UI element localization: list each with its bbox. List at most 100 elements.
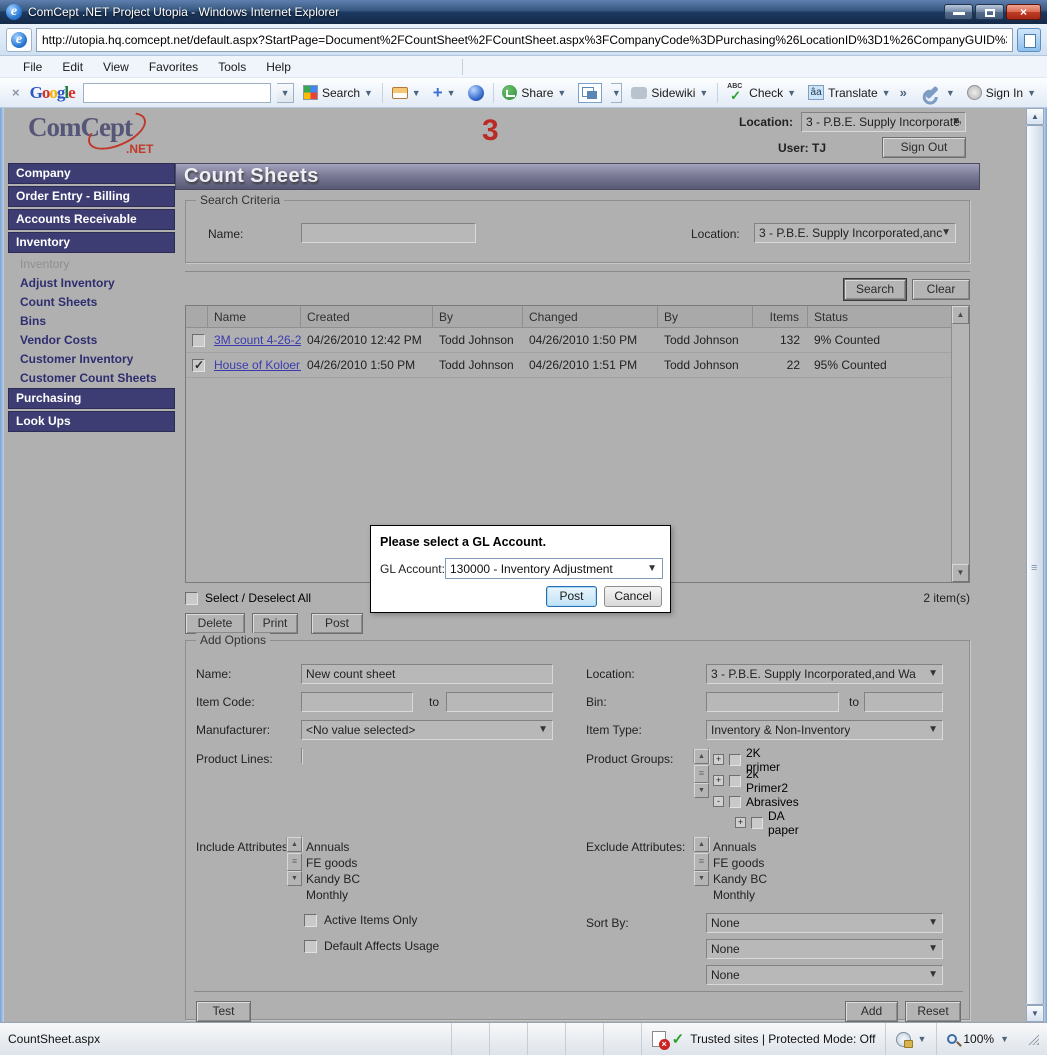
sort-by-select-1[interactable]: None ▼ [706,913,943,933]
signout-button[interactable]: Sign Out [882,137,966,158]
item-code-to-input[interactable] [446,692,553,712]
col-created[interactable]: Created [301,306,433,327]
sort-by-select-2[interactable]: None ▼ [706,939,943,959]
toolbar-close-icon[interactable]: × [8,85,24,100]
clear-button[interactable]: Clear [912,279,970,300]
scroll-down-icon[interactable]: ▼ [1026,1005,1044,1022]
window-layout-button[interactable] [575,81,605,105]
exclude-attributes-listbox[interactable]: Annuals FE goods Kandy BC Monthly ▲ ≡ ▼ [708,836,710,852]
address-bar-button[interactable] [1017,28,1041,52]
include-attributes-listbox[interactable]: Annuals FE goods Kandy BC Monthly ▲ ≡ ▼ [301,836,303,852]
zoom-control[interactable]: 100% ▼ [936,1023,1019,1055]
menu-file[interactable]: File [14,58,51,76]
google-search-input[interactable] [83,83,271,103]
bookmarks-button[interactable]: ▼ [389,85,424,101]
sidebar-item-customer-inventory[interactable]: Customer Inventory [8,350,175,369]
search-name-input[interactable] [301,223,476,243]
page-error-icon[interactable] [652,1031,666,1047]
signin-button[interactable]: Sign In ▼ [964,83,1039,102]
delete-button[interactable]: Delete [185,613,245,634]
reset-button[interactable]: Reset [905,1001,961,1022]
search-button[interactable]: Search [844,279,906,300]
row-checkbox[interactable] [192,334,205,347]
sidebar-section-inventory[interactable]: Inventory [8,232,175,253]
menu-tools[interactable]: Tools [209,58,255,76]
add-gadget-button[interactable]: +▼ [430,84,459,102]
manufacturer-select[interactable]: <No value selected> ▼ [301,720,553,740]
item-code-from-input[interactable] [301,692,413,712]
name-input[interactable] [301,664,553,684]
col-name[interactable]: Name [208,306,301,327]
translate-button[interactable]: âa Translate ▼ [805,83,894,102]
window-layout-dropdown[interactable]: ▼ [611,83,622,103]
table-scrollbar[interactable]: ▲ ▼ [951,306,969,582]
header-location-select[interactable]: 3 - P.B.E. Supply Incorporatec ▼ [801,112,966,132]
google-search-button[interactable]: Search ▼ [300,83,376,102]
print-button[interactable]: Print [252,613,298,634]
scroll-up-icon[interactable]: ▲ [1026,108,1044,125]
menu-edit[interactable]: Edit [53,58,92,76]
product-lines-listbox[interactable] [301,748,303,764]
search-location-select[interactable]: 3 - P.B.E. Supply Incorporated,anc ▼ [754,223,956,243]
protected-mode-button[interactable]: ▼ [885,1023,936,1055]
add-button[interactable]: Add [845,1001,898,1022]
sidebar-section-purchasing[interactable]: Purchasing [8,388,175,409]
close-button[interactable]: × [1006,4,1041,20]
google-earth-button[interactable] [465,83,487,103]
scroll-up-icon[interactable]: ▲ [708,837,709,852]
scroll-thumb[interactable]: ≡ [1026,125,1044,1005]
search-history-dropdown[interactable]: ▼ [277,83,294,103]
listbox-scrollbar[interactable]: ▲ ≡ ▼ [301,837,302,851]
sidebar-section-accounts-receivable[interactable]: Accounts Receivable [8,209,175,230]
menu-view[interactable]: View [94,58,138,76]
col-status[interactable]: Status [808,306,951,327]
minimize-button[interactable] [944,4,973,20]
product-groups-tree[interactable]: + 2K primer + 2k Primer2 - [708,748,710,764]
scroll-up-icon[interactable]: ▲ [708,749,709,764]
select-all-checkbox[interactable] [185,592,198,605]
share-button[interactable]: Share ▼ [499,83,569,102]
sidebar-section-look-ups[interactable]: Look Ups [8,411,175,432]
sidebar-item-count-sheets[interactable]: Count Sheets [8,293,175,312]
toolbar-settings-button[interactable]: ▼ [919,86,958,100]
row-checkbox[interactable] [192,359,205,372]
menu-favorites[interactable]: Favorites [140,58,207,76]
maximize-button[interactable] [975,4,1004,20]
active-items-checkbox[interactable] [304,914,317,927]
dialog-cancel-button[interactable]: Cancel [604,586,662,607]
sidebar-item-adjust-inventory[interactable]: Adjust Inventory [8,274,175,293]
sidebar-section-order-entry[interactable]: Order Entry - Billing [8,186,175,207]
location-select[interactable]: 3 - P.B.E. Supply Incorporated,and Wa ▼ [706,664,943,684]
sidewiki-button[interactable]: Sidewiki ▼ [628,84,711,102]
col-changed[interactable]: Changed [523,306,658,327]
scroll-up-icon[interactable]: ▲ [301,837,302,852]
count-sheet-link[interactable]: 3M count 4-26-2010 [214,333,301,347]
default-affects-usage-checkbox[interactable] [304,940,317,953]
bin-from-input[interactable] [706,692,839,712]
dialog-post-button[interactable]: Post [546,586,597,607]
bin-to-input[interactable] [864,692,943,712]
sort-by-select-3[interactable]: None ▼ [706,965,943,985]
browser-scrollbar[interactable]: ▲ ≡ ▼ [1026,108,1044,1022]
col-items[interactable]: Items [753,306,808,327]
sidebar-item-customer-count-sheets[interactable]: Customer Count Sheets [8,369,175,388]
col-by2[interactable]: By [658,306,753,327]
count-sheet-link[interactable]: House of Koloer C... [214,358,301,372]
sidebar-section-company[interactable]: Company [8,163,175,184]
menu-help[interactable]: Help [257,58,300,76]
spellcheck-button[interactable]: ABC✓ Check ▼ [724,83,799,103]
col-by1[interactable]: By [433,306,523,327]
sidebar-item-bins[interactable]: Bins [8,312,175,331]
toolbar-overflow-chevron[interactable]: » [900,85,907,100]
scroll-up-icon[interactable]: ▲ [952,306,969,324]
sidebar-item-vendor-costs[interactable]: Vendor Costs [8,331,175,350]
item-type-select[interactable]: Inventory & Non-Inventory ▼ [706,720,943,740]
listbox-scrollbar[interactable]: ▲ ≡ ▼ [708,837,709,851]
test-button[interactable]: Test [196,1001,251,1022]
scroll-down-icon[interactable]: ▼ [952,564,969,582]
listbox-scrollbar[interactable]: ▲ ≡ ▼ [708,749,709,763]
url-input[interactable] [36,28,1013,52]
post-button[interactable]: Post [311,613,363,634]
resize-grip[interactable] [1027,1033,1039,1045]
gl-account-select[interactable]: 130000 - Inventory Adjustment ▼ [445,558,663,579]
